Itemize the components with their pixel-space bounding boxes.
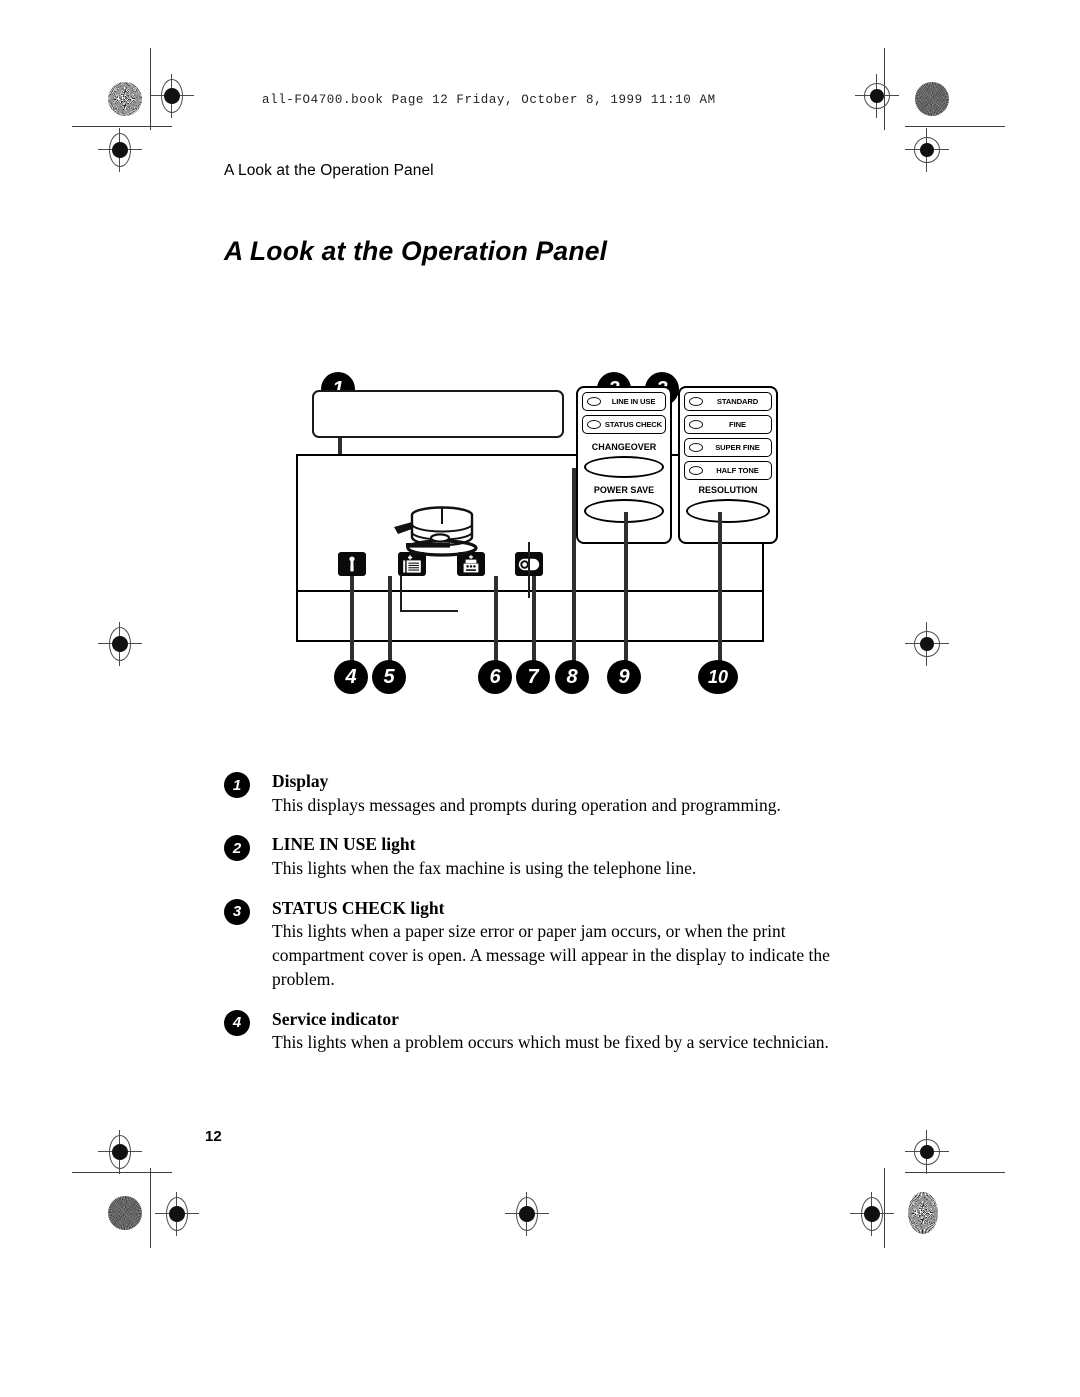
changeover-button[interactable] <box>584 456 664 478</box>
manual-page: all-FO4700.book Page 12 Friday, October … <box>0 0 1080 1397</box>
density-target-footer-right <box>908 1192 938 1234</box>
registration-mark-right-middle <box>905 622 949 666</box>
file-stamp: all-FO4700.book Page 12 Friday, October … <box>262 93 716 107</box>
panel-divider <box>296 590 764 593</box>
leader-line-8 <box>572 468 576 662</box>
entry-term: Service indicator <box>272 1008 399 1029</box>
lamp-half-tone: HALF TONE <box>684 461 772 480</box>
registration-mark-left-middle <box>98 622 142 666</box>
registration-mark-footer-right <box>850 1192 894 1236</box>
entry-number: 3 <box>224 898 250 925</box>
leader-line-10 <box>718 512 722 662</box>
entry-term: LINE IN USE light <box>272 834 416 855</box>
callout-7: 7 <box>516 660 550 694</box>
service-indicator-icon <box>338 552 366 576</box>
callout-8: 8 <box>555 660 589 694</box>
leader-line-6 <box>494 576 498 662</box>
leader-line-7 <box>532 576 536 662</box>
callout-10: 10 <box>698 660 738 694</box>
entry-body: This lights when a problem occurs which … <box>272 1032 829 1053</box>
led-indicator-icon <box>689 466 703 475</box>
registration-mark-footer-center <box>505 1192 549 1236</box>
operation-panel-diagram: 1 2 3 LINE IN USE STATUS CHECK CHANGEOVE… <box>290 372 790 702</box>
description-entry: 2 LINE IN USE light This lights when the… <box>224 833 844 880</box>
lcd-display <box>312 390 564 438</box>
lamp-label: LINE IN USE <box>611 397 656 406</box>
registration-mark-footer-left <box>155 1192 199 1236</box>
density-target-top-right <box>915 82 949 116</box>
entry-number: 2 <box>224 835 250 862</box>
resolution-button[interactable] <box>686 499 770 523</box>
page-number: 12 <box>205 1128 222 1145</box>
led-indicator-icon <box>689 443 703 452</box>
density-target-footer-left <box>108 1196 142 1230</box>
callout-9: 9 <box>607 660 641 694</box>
connector-cartridge <box>446 542 530 598</box>
description-entry: 4 Service indicator This lights when a p… <box>224 1008 844 1055</box>
registration-mark-right-bottom <box>905 1130 949 1174</box>
lamp-label: FINE <box>729 420 746 429</box>
running-head: A Look at the Operation Panel <box>224 162 434 179</box>
registration-mark-left-bottom <box>98 1130 142 1174</box>
callout-5: 5 <box>372 660 406 694</box>
changeover-label: CHANGEOVER <box>591 442 657 452</box>
lamp-status-check: STATUS CHECK <box>582 415 666 434</box>
page-title: A Look at the Operation Panel <box>224 236 608 266</box>
description-entry: 1 Display This displays messages and pro… <box>224 770 844 817</box>
led-indicator-icon <box>587 397 601 406</box>
registration-mark-right-top <box>905 128 949 172</box>
registration-mark-left-top <box>98 128 142 172</box>
lamp-line-in-use: LINE IN USE <box>582 392 666 411</box>
led-indicator-icon <box>689 420 703 429</box>
led-indicator-icon <box>587 420 601 429</box>
entry-term: Display <box>272 771 329 791</box>
registration-mark-top-right <box>855 74 899 118</box>
entry-term: STATUS CHECK light <box>272 897 445 918</box>
entry-body: This lights when a paper size error or p… <box>272 921 830 990</box>
lamp-label: STANDARD <box>716 397 759 406</box>
lamp-label: HALF TONE <box>716 466 759 475</box>
callout-6: 6 <box>478 660 512 694</box>
crop-rule-left-bottom <box>150 1168 152 1248</box>
entry-number: 1 <box>224 772 250 798</box>
lamp-label: SUPER FINE <box>715 443 760 452</box>
resolution-label: RESOLUTION <box>698 485 758 495</box>
power-save-label: POWER SAVE <box>593 485 655 495</box>
description-list: 1 Display This displays messages and pro… <box>224 770 844 1071</box>
leader-line-9 <box>624 512 628 662</box>
leader-line-5 <box>388 576 392 662</box>
density-target-top-left <box>108 82 142 116</box>
description-entry: 3 STATUS CHECK light This lights when a … <box>224 897 844 992</box>
registration-mark-top-left <box>150 74 194 118</box>
led-indicator-icon <box>689 397 703 406</box>
leader-line-4 <box>350 576 354 662</box>
lamp-standard: STANDARD <box>684 392 772 411</box>
lamp-label: STATUS CHECK <box>604 420 663 429</box>
callout-4: 4 <box>334 660 368 694</box>
entry-number: 4 <box>224 1009 250 1036</box>
entry-body: This displays messages and prompts durin… <box>272 794 781 815</box>
lamp-fine: FINE <box>684 415 772 434</box>
lamp-super-fine: SUPER FINE <box>684 438 772 457</box>
entry-body: This lights when the fax machine is usin… <box>272 858 697 879</box>
